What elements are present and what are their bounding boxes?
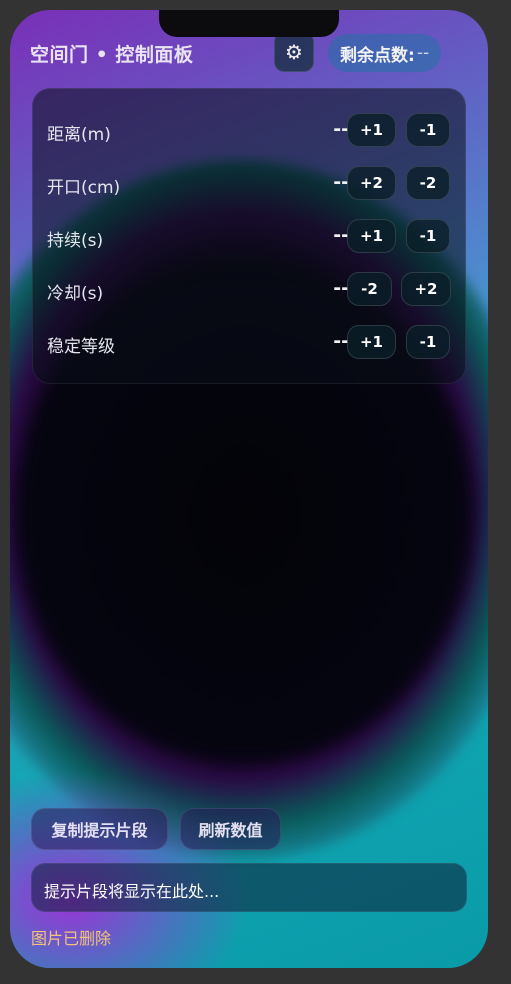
control-row-duration: 持续(s) -- +1 -1: [33, 219, 465, 255]
control-label: 冷却(s): [47, 284, 104, 304]
control-row-distance: 距离(m) -- +1 -1: [33, 113, 465, 149]
points-value: --: [416, 43, 430, 63]
status-message: 图片已删除: [31, 929, 112, 948]
control-label: 开口(cm): [47, 178, 121, 198]
control-panel: 距离(m) -- +1 -1 开口(cm) -- +2 -2 持续(s) -- …: [32, 88, 466, 384]
points-label: 剩余点数:: [340, 45, 415, 66]
copy-snippet-button[interactable]: 复制提示片段: [31, 808, 168, 850]
gear-icon: ⚙: [285, 40, 303, 64]
decrement-button[interactable]: -2: [347, 272, 392, 306]
increment-button[interactable]: +2: [347, 166, 396, 200]
page-title: 空间门 • 控制面板: [30, 44, 194, 66]
points-badge: 剩余点数: --: [328, 34, 442, 72]
increment-button[interactable]: +1: [347, 219, 396, 253]
decrement-button[interactable]: -1: [406, 219, 450, 253]
control-row-opening: 开口(cm) -- +2 -2: [33, 166, 465, 202]
settings-button[interactable]: ⚙: [274, 32, 314, 72]
phone-frame: 空间门 • 控制面板 ⚙ 剩余点数: -- 距离(m) -- +1 -1 开口(…: [10, 10, 488, 968]
control-label: 持续(s): [47, 231, 104, 251]
snippet-output[interactable]: 提示片段将显示在此处...: [31, 863, 467, 912]
control-label: 稳定等级: [47, 337, 115, 357]
control-label: 距离(m): [47, 125, 111, 145]
refresh-button[interactable]: 刷新数值: [180, 808, 281, 850]
increment-button[interactable]: +2: [401, 272, 451, 306]
snippet-text: 提示片段将显示在此处...: [44, 882, 220, 901]
increment-button[interactable]: +1: [347, 325, 396, 359]
decrement-button[interactable]: -2: [406, 166, 450, 200]
increment-button[interactable]: +1: [347, 113, 396, 147]
decrement-button[interactable]: -1: [406, 325, 450, 359]
control-row-cooldown: 冷却(s) -- -2 +2: [33, 272, 465, 308]
device-notch: [159, 10, 339, 37]
decrement-button[interactable]: -1: [406, 113, 450, 147]
control-row-stability: 稳定等级 -- +1 -1: [33, 325, 465, 361]
